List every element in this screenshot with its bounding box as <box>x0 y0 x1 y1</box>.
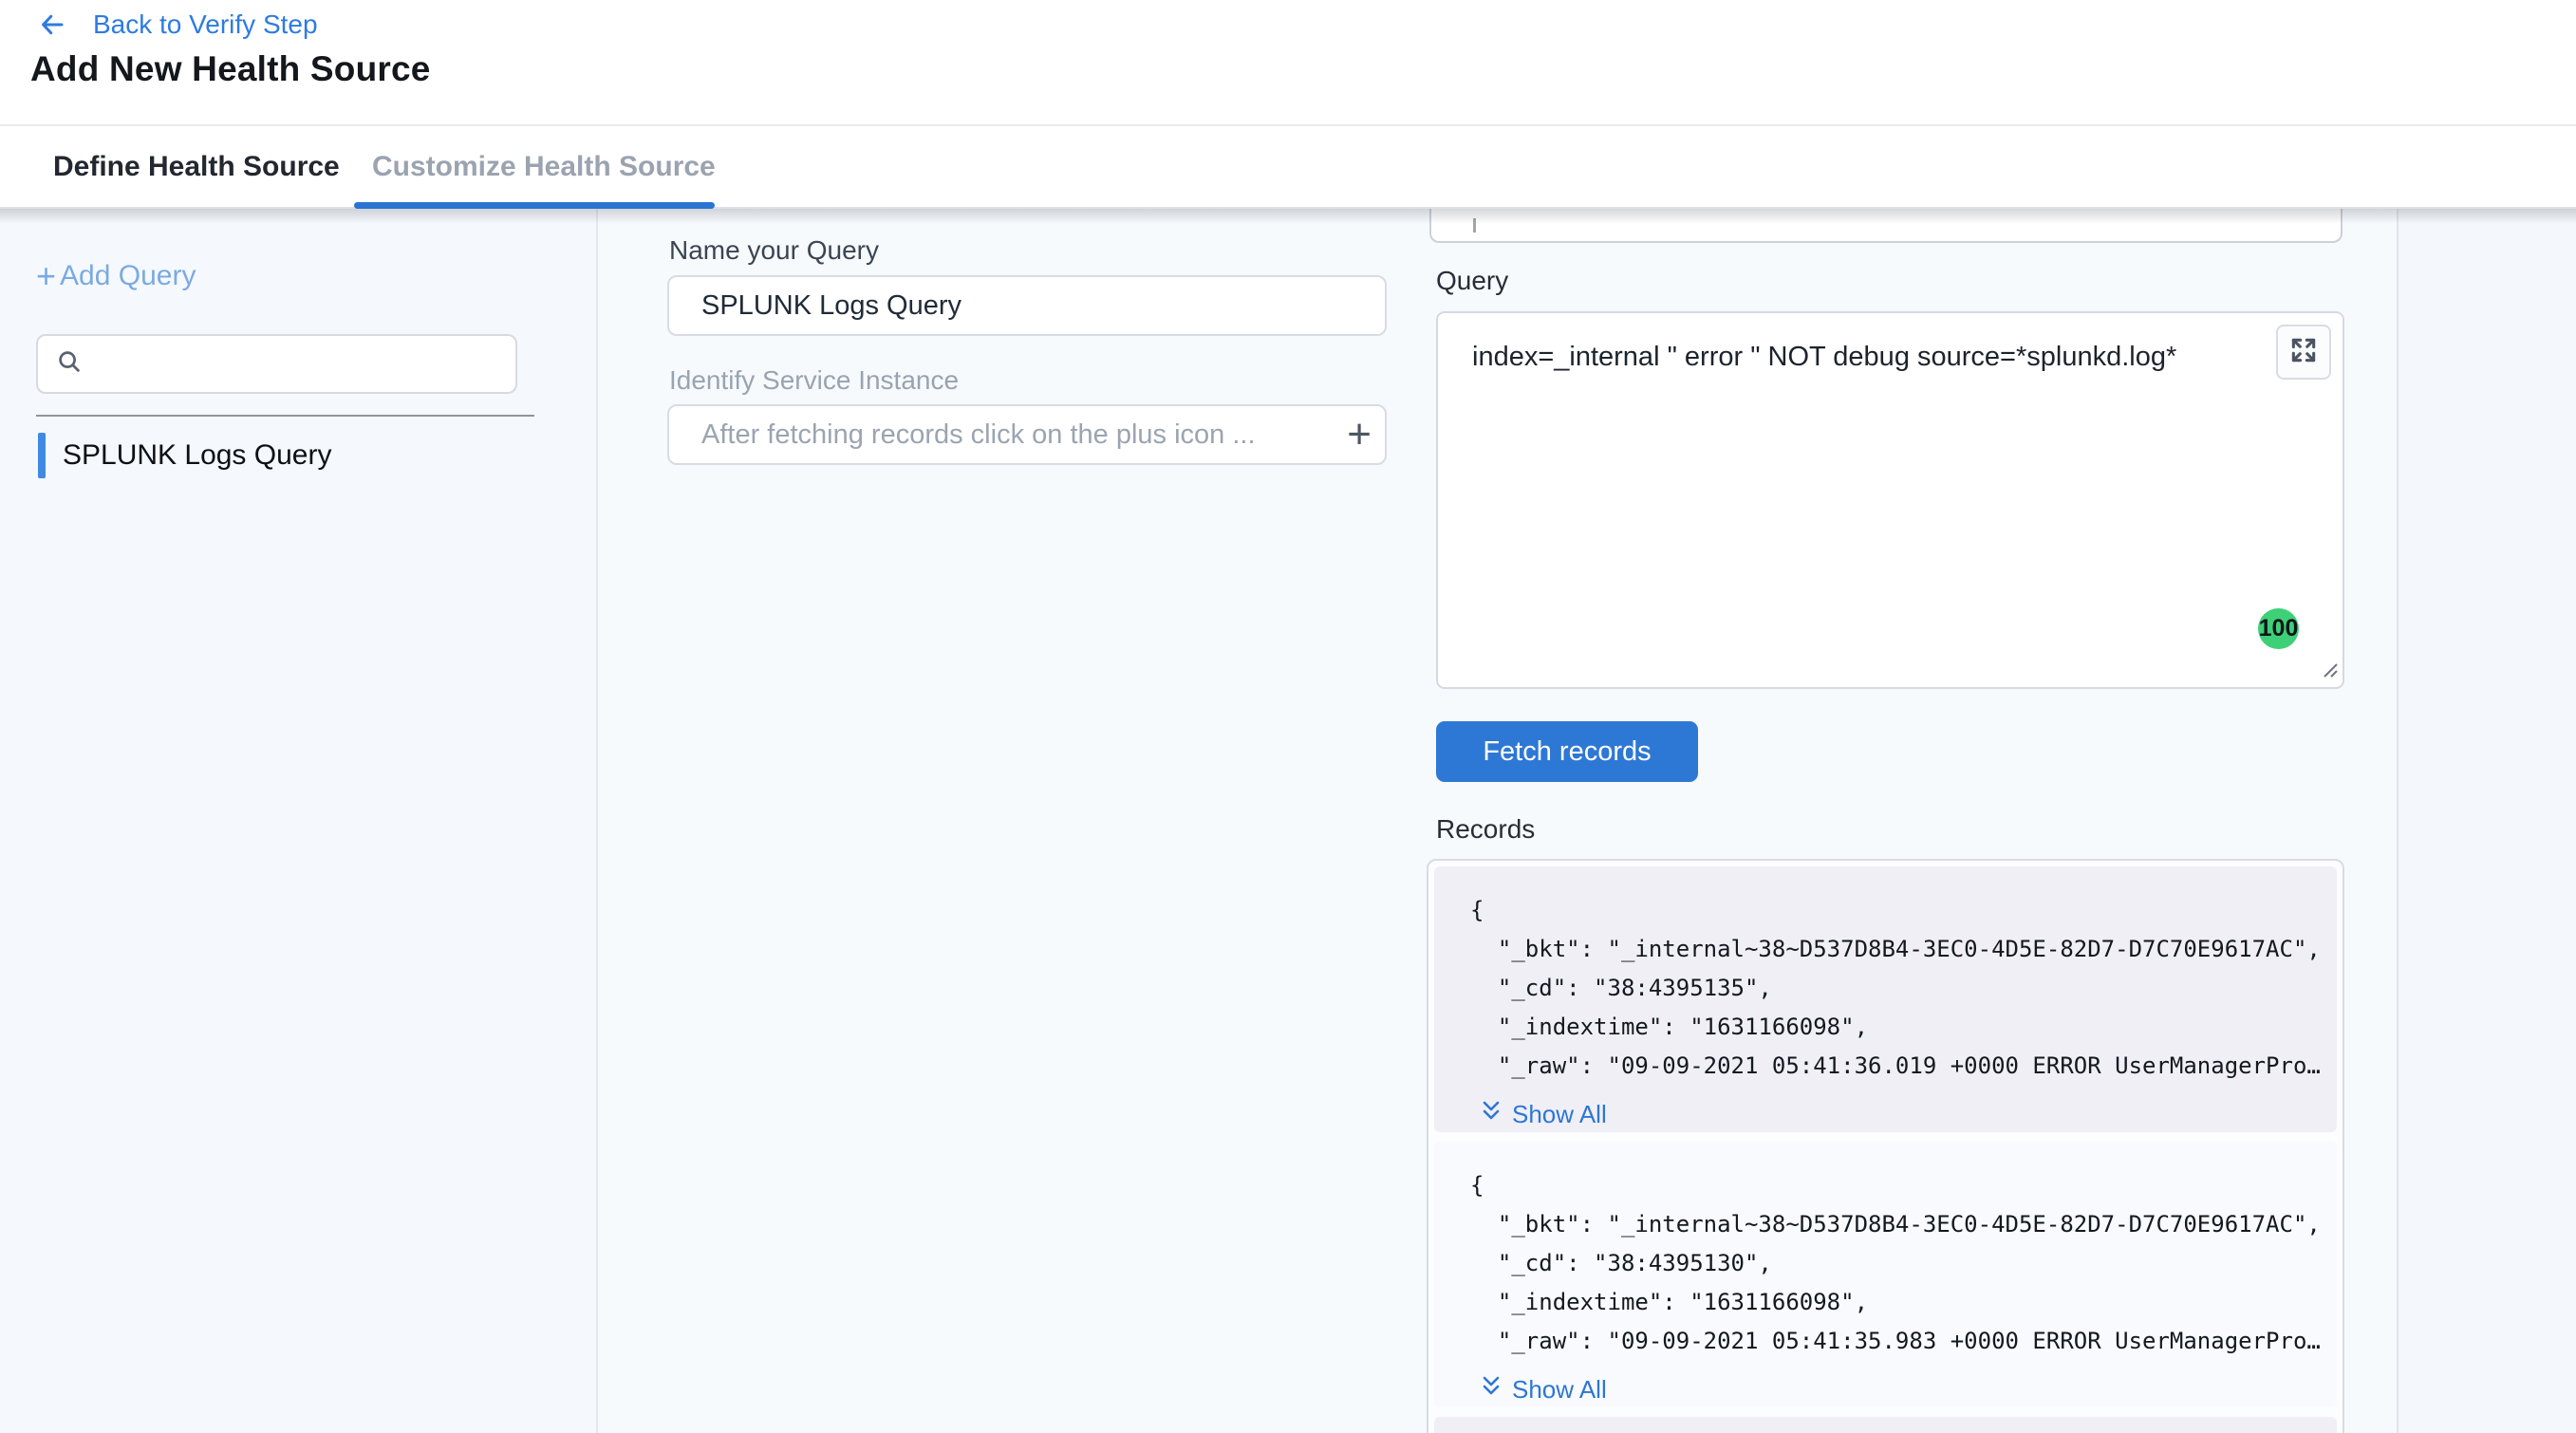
record-json-line: "_indextime": "1631166098", <box>1470 1283 2337 1322</box>
back-to-verify-step-link[interactable]: Back to Verify Step <box>36 9 318 40</box>
record-card-1: { "_bkt": "_internal~38~D537D8B4-3EC0-4D… <box>1434 866 2337 1132</box>
tab-define-health-source[interactable]: Define Health Source <box>53 126 340 207</box>
content-area: + Add Query SPLUNK Logs Query <box>0 209 2576 1433</box>
textarea-resize-handle[interactable] <box>2315 655 2340 684</box>
text-cursor-tick <box>1473 218 1476 233</box>
page-title: Add New Health Source <box>30 49 431 89</box>
add-query-button[interactable]: + Add Query <box>36 260 196 292</box>
service-instance-input[interactable] <box>667 404 1387 465</box>
plus-icon: + <box>36 262 56 290</box>
search-icon <box>55 347 84 381</box>
add-query-label: Add Query <box>60 260 196 292</box>
add-service-instance-plus-icon[interactable]: + <box>1347 408 1372 461</box>
record-count-badge: 100 <box>2258 608 2299 649</box>
records-panel: { "_bkt": "_internal~38~D537D8B4-3EC0-4D… <box>1427 859 2344 1433</box>
add-health-source-screen: Back to Verify Step Add New Health Sourc… <box>0 0 2576 1433</box>
record-json-line: "_bkt": "_internal~38~D537D8B4-3EC0-4D5E… <box>1470 930 2337 969</box>
back-arrow-icon <box>36 10 68 39</box>
query-label: Query <box>1436 266 1508 296</box>
header: Back to Verify Step Add New Health Sourc… <box>0 0 2576 126</box>
sidebar-item-splunk-logs-query[interactable]: SPLUNK Logs Query <box>38 432 331 479</box>
record-json-line: { <box>1470 891 2337 930</box>
show-all-link[interactable]: Show All <box>1480 1099 1607 1130</box>
sidebar-divider <box>36 415 534 417</box>
record-json-line: "_cd": "38:4395130", <box>1470 1244 2337 1283</box>
double-chevron-down-icon <box>1480 1374 1503 1405</box>
query-editor[interactable]: index=_internal " error " NOT debug sour… <box>1436 311 2344 689</box>
query-item-label: SPLUNK Logs Query <box>63 439 331 472</box>
query-text: index=_internal " error " NOT debug sour… <box>1472 342 2176 373</box>
double-chevron-down-icon <box>1480 1099 1503 1130</box>
fetch-records-button[interactable]: Fetch records <box>1436 721 1698 782</box>
back-link-label: Back to Verify Step <box>93 9 318 40</box>
tab-bar: Define Health Source Customize Health So… <box>0 126 2576 209</box>
right-gutter <box>2399 209 2576 1433</box>
query-list-sidebar: + Add Query SPLUNK Logs Query <box>0 209 598 1433</box>
active-tab-underline <box>354 202 715 209</box>
show-all-label: Show All <box>1512 1100 1607 1129</box>
expand-icon <box>2288 335 2319 370</box>
scrolled-off-input[interactable] <box>1429 209 2343 243</box>
service-instance-field: + <box>667 404 1387 465</box>
name-your-query-label: Name your Query <box>669 235 879 266</box>
record-card-2: { "_bkt": "_internal~38~D537D8B4-3EC0-4D… <box>1434 1142 2337 1407</box>
record-card-3-partial <box>1434 1417 2337 1433</box>
record-json-line: "_cd": "38:4395135", <box>1470 969 2337 1008</box>
records-label: Records <box>1436 814 1535 845</box>
record-json-line: "_indextime": "1631166098", <box>1470 1008 2337 1047</box>
query-name-input[interactable] <box>667 275 1387 336</box>
query-search-box[interactable] <box>36 334 517 394</box>
search-input[interactable] <box>84 336 515 392</box>
record-json-line: "_bkt": "_internal~38~D537D8B4-3EC0-4D5E… <box>1470 1205 2337 1244</box>
selected-query-indicator-bar <box>38 433 46 478</box>
show-all-link[interactable]: Show All <box>1480 1374 1607 1405</box>
identify-service-instance-label: Identify Service Instance <box>669 365 959 396</box>
expand-query-button[interactable] <box>2276 325 2331 380</box>
tab-customize-health-source[interactable]: Customize Health Source <box>372 126 716 207</box>
show-all-label: Show All <box>1512 1375 1607 1405</box>
record-json-line: "_raw": "09-09-2021 05:41:36.019 +0000 E… <box>1470 1047 2337 1086</box>
query-form-region: Name your Query Identify Service Instanc… <box>598 209 2397 1433</box>
record-json-line: { <box>1470 1166 2337 1205</box>
record-json-line: "_raw": "09-09-2021 05:41:35.983 +0000 E… <box>1470 1322 2337 1361</box>
